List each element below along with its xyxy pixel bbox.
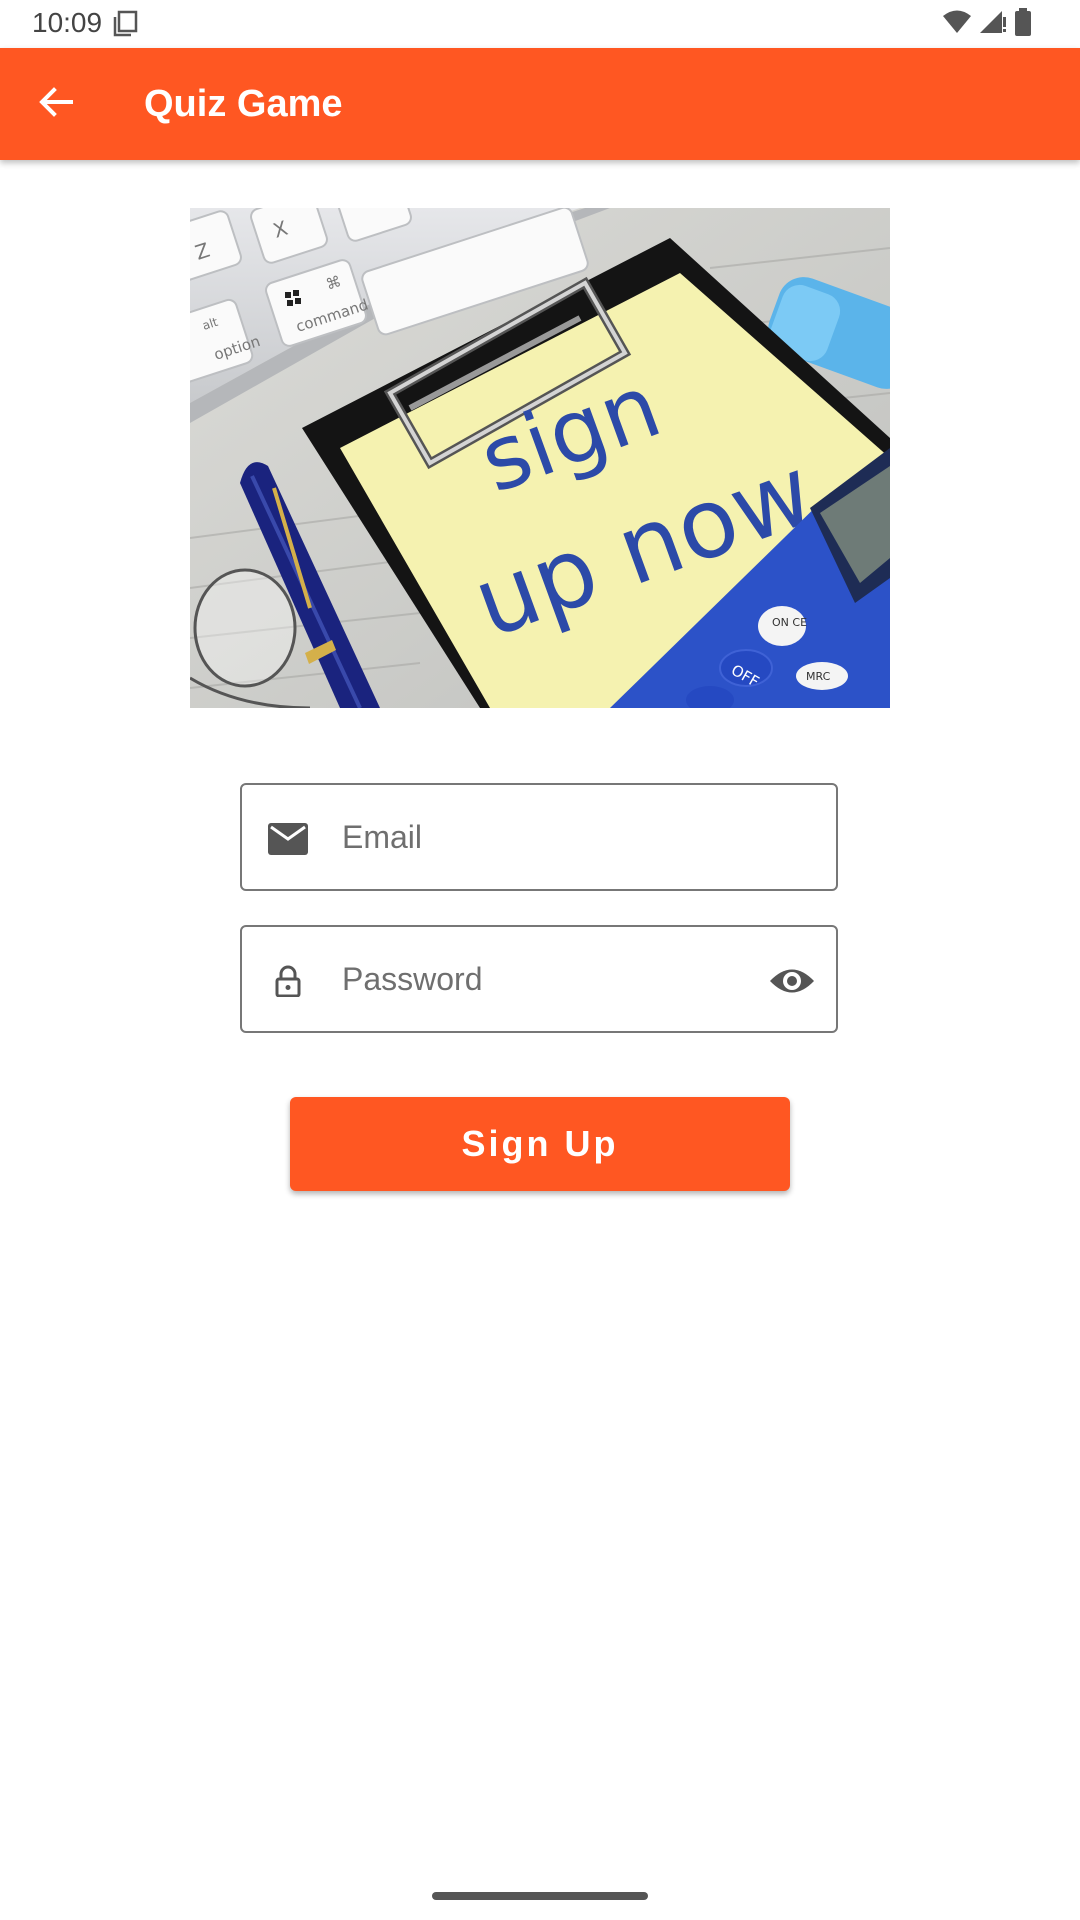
back-button[interactable] — [20, 68, 92, 140]
signup-hero-image: Z X alt option command ⌘ sign up now ON … — [190, 208, 890, 708]
visibility-toggle[interactable] — [766, 955, 818, 1007]
cell-signal-icon — [978, 9, 1008, 40]
password-input[interactable] — [342, 951, 742, 1007]
screenshot-notification-icon — [112, 10, 138, 38]
eye-icon — [770, 969, 814, 993]
password-field[interactable] — [240, 925, 838, 1033]
lock-icon — [264, 957, 312, 1005]
app-title: Quiz Game — [144, 83, 343, 125]
mail-icon — [264, 815, 312, 863]
email-input[interactable] — [342, 809, 742, 865]
sign-up-button[interactable]: Sign Up — [290, 1097, 790, 1191]
wifi-icon — [942, 9, 972, 40]
status-time: 10:09 — [32, 7, 103, 38]
home-indicator[interactable] — [432, 1892, 648, 1900]
calc-key-on-label: ON CE — [772, 616, 807, 629]
arrow-back-icon — [38, 84, 74, 125]
battery-icon — [1014, 7, 1032, 41]
status-icons — [942, 7, 1032, 41]
calc-key-mrc-label: MRC — [806, 670, 831, 683]
email-field[interactable] — [240, 783, 838, 891]
status-bar: 10:09 — [0, 0, 1080, 48]
app-bar: Quiz Game — [0, 48, 1080, 160]
